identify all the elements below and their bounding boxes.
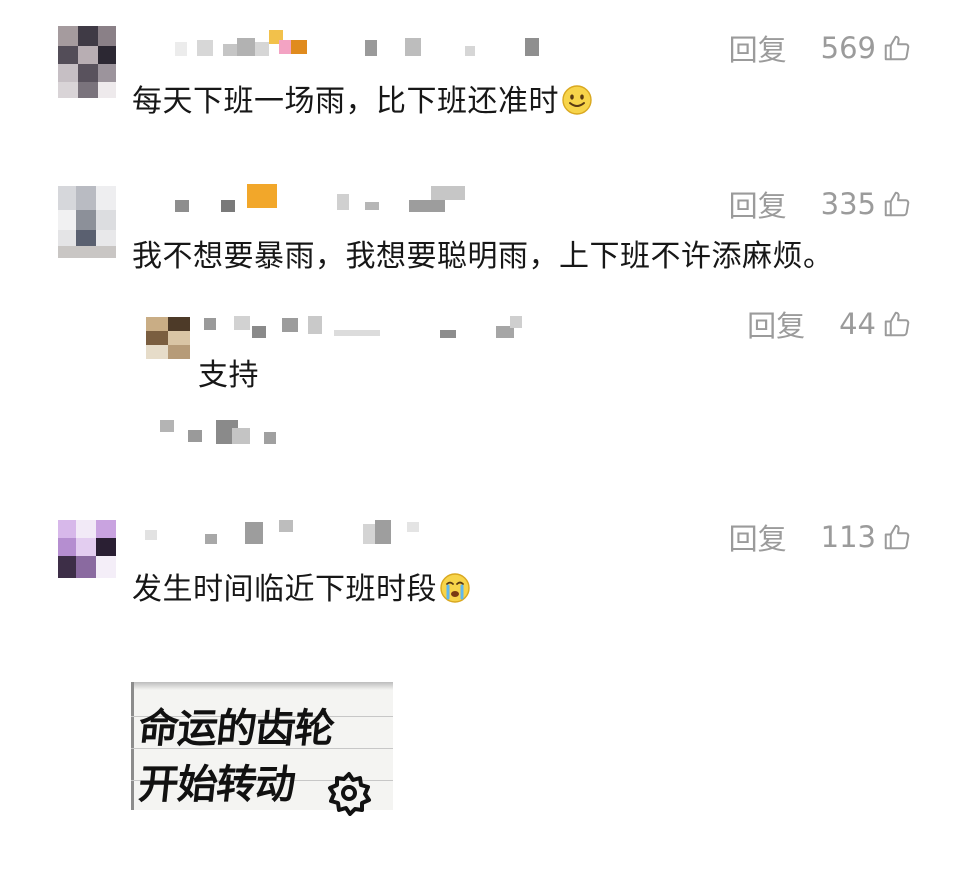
gear-icon <box>328 772 371 816</box>
sticker-line-2: 开始转动 <box>136 761 298 808</box>
reply-button[interactable]: 回复 <box>747 303 805 345</box>
like-count: 113 <box>820 520 876 554</box>
comment-text: 我不想要暴雨，我想要聪明雨，上下班不许添麻烦。 <box>132 239 834 274</box>
crying-emoji <box>440 573 470 603</box>
smile-emoji <box>562 85 592 115</box>
username-blurred[interactable] <box>175 30 565 58</box>
comment-actions: 回复 113 <box>729 516 912 558</box>
comment-text: 发生时间临近下班时段 <box>132 564 471 608</box>
avatar[interactable] <box>58 186 116 258</box>
thumbs-up-icon[interactable] <box>882 309 912 339</box>
comment-text: 支持 <box>198 358 259 393</box>
comment-text: 每天下班一场雨，比下班还准时 <box>132 76 593 120</box>
comment-actions: 回复 569 <box>729 27 912 69</box>
comment-actions: 回复 335 <box>729 183 912 225</box>
username-blurred[interactable] <box>175 184 475 212</box>
reply-button[interactable]: 回复 <box>729 183 787 225</box>
avatar[interactable] <box>146 317 190 359</box>
reply-button[interactable]: 回复 <box>729 516 787 558</box>
reply-button[interactable]: 回复 <box>729 27 787 69</box>
username-blurred[interactable] <box>145 520 435 544</box>
avatar[interactable] <box>58 26 116 98</box>
thumbs-up-icon[interactable] <box>882 522 912 552</box>
sticker-line-1: 命运的齿轮 <box>136 705 337 752</box>
username-blurred[interactable] <box>204 316 534 338</box>
thumbs-up-icon[interactable] <box>882 189 912 219</box>
thumbs-up-icon[interactable] <box>882 33 912 63</box>
like-count: 44 <box>839 307 876 341</box>
like-count: 569 <box>820 31 876 65</box>
like-count: 335 <box>820 187 876 221</box>
comment-actions: 回复 44 <box>747 303 912 345</box>
avatar[interactable] <box>58 520 116 578</box>
blurred-label[interactable] <box>160 420 290 444</box>
